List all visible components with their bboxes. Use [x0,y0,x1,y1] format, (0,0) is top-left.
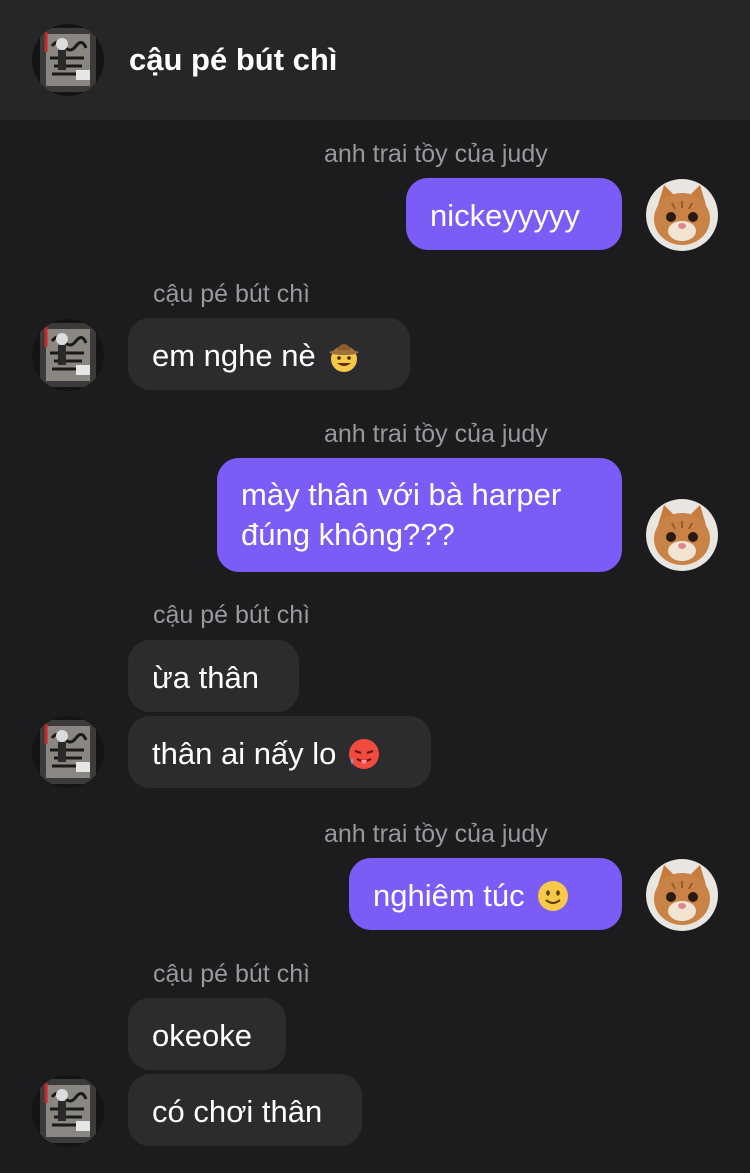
chat-title[interactable]: cậu pé bút chì [129,38,337,82]
sender-name: cậu pé bút chì [153,280,311,308]
message-bubble-incoming[interactable]: okeoke [128,998,286,1070]
cowboy-hat-face-icon [326,338,362,374]
self-avatar[interactable] [646,499,718,571]
contact-avatar[interactable] [32,319,104,391]
graffiti-avatar-icon [32,1075,104,1147]
self-avatar[interactable] [646,859,718,931]
message-bubble-incoming[interactable]: thân ai nấy lo [128,716,431,788]
message-text: nghiêm túc [373,877,525,913]
graffiti-avatar-icon [32,319,104,391]
sender-name: anh trai tồy của judy [324,820,548,848]
message-bubble-incoming[interactable]: em nghe nè [128,318,410,390]
message-bubble-outgoing[interactable]: nickeyyyyy [406,178,622,250]
message-bubble-incoming[interactable]: có chơi thân [128,1074,362,1146]
contact-avatar[interactable] [32,1075,104,1147]
self-avatar[interactable] [646,179,718,251]
graffiti-avatar-icon [32,24,104,96]
message-bubble-incoming[interactable]: ừa thân [128,640,299,712]
sender-name: cậu pé bút chì [153,960,311,988]
message-text: okeoke [152,1017,252,1053]
chat-header: cậu pé bút chì [0,0,750,120]
slightly-smiling-face-icon [535,878,571,914]
message-text: có chơi thân [152,1093,323,1129]
cat-avatar-icon [646,179,718,251]
cat-avatar-icon [646,499,718,571]
message-bubble-outgoing[interactable]: nghiêm túc [349,858,622,930]
message-text: nickeyyyyy [430,197,580,233]
sender-name: anh trai tồy của judy [324,420,548,448]
sender-name: cậu pé bút chì [153,601,311,629]
contact-avatar[interactable] [32,24,104,96]
message-text-line: mày thân với bà harper [241,477,562,512]
message-text: em nghe nè [152,337,316,373]
message-text: thân ai nấy lo [152,735,337,771]
message-text-line: đúng không??? [241,517,455,552]
hot-face-icon [346,736,382,772]
cat-avatar-icon [646,859,718,931]
message-bubble-outgoing[interactable]: mày thân với bà harper đúng không??? [217,458,622,572]
message-text: ừa thân [152,659,259,695]
graffiti-avatar-icon [32,716,104,788]
sender-name: anh trai tồy của judy [324,140,548,168]
contact-avatar[interactable] [32,716,104,788]
